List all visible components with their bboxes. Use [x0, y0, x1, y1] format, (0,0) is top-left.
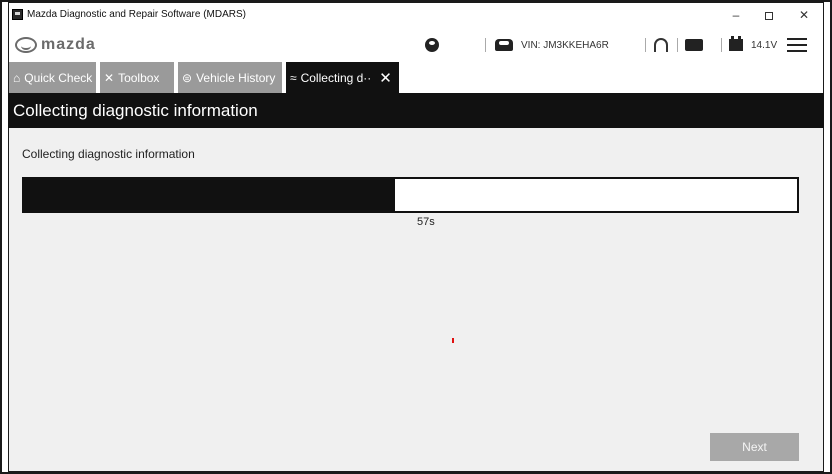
- vehicle-info[interactable]: VIN: JM3KKEHA6R: [495, 36, 609, 54]
- header-divider: [485, 38, 486, 52]
- voltage-text: 14.1V: [751, 39, 778, 51]
- tab-vehicle-history[interactable]: ⊜ Vehicle History: [178, 62, 282, 93]
- progress-bar: [22, 177, 799, 213]
- mazda-logo-icon: [15, 37, 37, 53]
- tab-bar: ⌂ Quick Check ✕ Toolbox ⊜ Vehicle Histor…: [8, 62, 824, 93]
- mazda-logo: mazda: [15, 35, 96, 55]
- progress-fill: [24, 179, 396, 211]
- history-icon: ⊜: [182, 70, 193, 85]
- app-header: mazda VIN: JM3KKEHA6R 14.1V: [8, 28, 824, 62]
- progress-time: 57s: [417, 216, 435, 228]
- close-window-button[interactable]: ✕: [789, 6, 819, 24]
- close-tab-icon[interactable]: ✕: [379, 69, 392, 87]
- tab-label: Vehicle History: [196, 70, 276, 85]
- maximize-icon: [765, 11, 773, 20]
- tab-label: Collecting d··: [300, 70, 372, 85]
- app-icon: [12, 9, 23, 20]
- battery-voltage: 14.1V: [729, 36, 777, 54]
- user-account[interactable]: [425, 36, 439, 54]
- red-marker: [452, 338, 454, 343]
- window-title: Mazda Diagnostic and Repair Software (MD…: [27, 9, 246, 20]
- vci-icon: [685, 39, 703, 51]
- header-divider: [721, 38, 722, 52]
- connection-status[interactable]: [654, 36, 668, 54]
- tab-quick-check[interactable]: ⌂ Quick Check: [9, 62, 96, 93]
- hamburger-menu-icon[interactable]: [787, 38, 807, 52]
- user-icon: [425, 38, 439, 52]
- page-header: Collecting diagnostic information: [8, 93, 824, 128]
- tab-collecting[interactable]: ≈ Collecting d·· ✕: [286, 62, 399, 93]
- header-divider: [645, 38, 646, 52]
- maximize-button[interactable]: [754, 6, 784, 24]
- tab-label: Quick Check: [24, 70, 93, 85]
- header-divider: [677, 38, 678, 52]
- car-check-icon: ⌂: [13, 70, 21, 85]
- page-title: Collecting diagnostic information: [13, 101, 258, 120]
- tab-toolbox[interactable]: ✕ Toolbox: [100, 62, 174, 93]
- next-button[interactable]: Next: [710, 433, 799, 461]
- vin-text: VIN: JM3KKEHA6R: [521, 39, 609, 51]
- title-bar: Mazda Diagnostic and Repair Software (MD…: [8, 2, 824, 28]
- main-content: Collecting diagnostic information 57s Ne…: [8, 128, 824, 472]
- collect-icon: ≈: [290, 70, 297, 85]
- tools-icon: ✕: [104, 70, 115, 85]
- wireless-icon: [654, 38, 668, 52]
- status-label: Collecting diagnostic information: [22, 147, 195, 161]
- battery-icon: [729, 36, 743, 51]
- vci-status[interactable]: [685, 36, 703, 54]
- tab-label: Toolbox: [118, 70, 160, 85]
- minimize-button[interactable]: –: [721, 6, 751, 24]
- car-icon: [495, 39, 513, 51]
- mazda-logo-text: mazda: [41, 36, 96, 53]
